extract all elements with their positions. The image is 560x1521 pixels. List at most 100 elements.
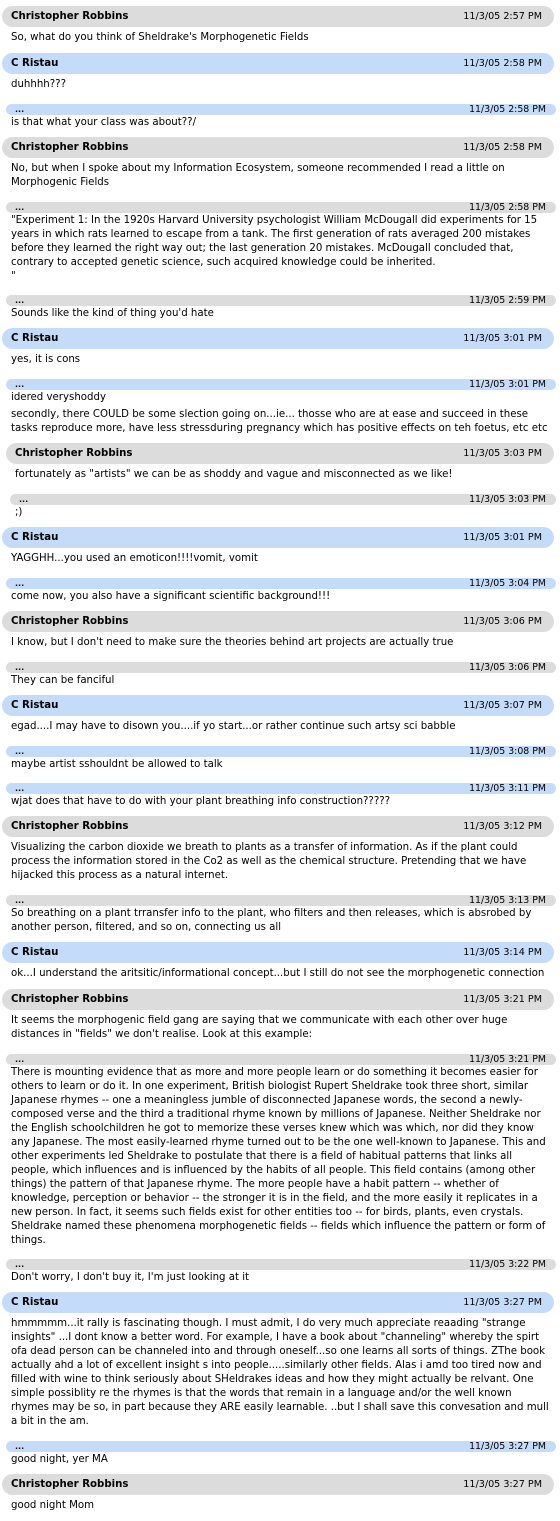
continuation-marker: ... [15,895,25,905]
message-timestamp: 11/3/05 2:58 PM [469,202,546,213]
message-body: So breathing on a plant trransfer info t… [0,906,560,942]
continuation-marker: ... [15,783,25,793]
message-header: Christopher Robbins 11/3/05 2:57 PM [2,6,554,27]
message-text: ;) [15,507,23,518]
message-timestamp: 11/3/05 2:58 PM [463,142,542,153]
chat-message: ... 11/3/05 3:22 PM Don't worry, I don't b… [0,1259,560,1292]
message-text: maybe artist sshouldnt be allowed to tal… [11,759,223,770]
continuation-bar: ... 11/3/05 3:11 PM [6,783,556,794]
message-text: idered veryshoddy [11,392,106,403]
message-body: idered veryshoddy secondly, there COULD b… [0,390,560,443]
message-text: No, but when I spoke about my Informatio… [11,163,508,188]
chat-message: C Ristau 11/3/05 3:14 PM ok...I understand… [0,942,560,989]
message-body: YAGGHH...you used an emoticon!!!!vomit, … [0,548,560,574]
message-text: Don't worry, I don't buy it, I'm just lo… [11,1272,250,1283]
chat-message: ... 11/3/05 3:11 PM wjat does that have to… [0,783,560,816]
continuation-bar: ... 11/3/05 3:06 PM [6,662,556,673]
message-timestamp: 11/3/05 3:22 PM [469,1259,546,1270]
message-text: egad....I may have to disown you....if y… [11,721,456,732]
chat-message: Christopher Robbins 11/3/05 2:58 PM No, bu… [0,137,560,198]
continuation-bar: ... 11/3/05 3:27 PM [6,1441,556,1452]
continuation-marker: ... [15,1259,25,1269]
message-body: No, but when I spoke about my Informatio… [0,158,560,198]
sender-name: Christopher Robbins [11,616,129,627]
continuation-bar: ... 11/3/05 2:59 PM [6,295,556,306]
sender-name: Christopher Robbins [15,448,133,459]
message-timestamp: 11/3/05 3:03 PM [463,448,542,459]
chat-message: Christopher Robbins 11/3/05 3:21 PM It see… [0,989,560,1050]
message-header: Christopher Robbins 11/3/05 3:27 PM [2,1474,554,1495]
message-text: fortunately as "artists" we can be as sh… [15,469,453,480]
message-body: Sounds like the kind of thing you'd hate [0,306,560,328]
sender-name: Christopher Robbins [11,11,129,22]
message-timestamp: 11/3/05 2:58 PM [469,104,546,115]
message-header: Christopher Robbins 11/3/05 3:03 PM [6,443,554,464]
message-timestamp: 11/3/05 3:07 PM [463,700,542,711]
chat-message: ... 11/3/05 3:01 PM idered veryshoddy secon… [0,379,560,443]
message-header: Christopher Robbins 11/3/05 2:58 PM [2,137,554,158]
continuation-bar: ... 11/3/05 3:21 PM [6,1054,556,1065]
message-text: Sounds like the kind of thing you'd hate [11,308,214,319]
message-text: It seems the morphogenic field gang are … [11,1015,511,1040]
chat-message: Christopher Robbins 11/3/05 3:06 PM I know… [0,611,560,658]
message-body: ;) [4,505,560,527]
continuation-bar: ... 11/3/05 3:01 PM [6,379,556,390]
chat-message: Christopher Robbins 11/3/05 3:12 PM Visual… [0,816,560,891]
message-text: wjat does that have to do with your plan… [11,796,391,807]
message-timestamp: 11/3/05 3:27 PM [469,1441,546,1452]
chat-message: Christopher Robbins 11/3/05 2:57 PM So, wh… [0,6,560,53]
continuation-bar: ... 11/3/05 3:13 PM [6,895,556,906]
message-body: Visualizing the carbon dioxide we breath… [0,837,560,891]
message-timestamp: 11/3/05 3:12 PM [463,821,542,832]
message-timestamp: 11/3/05 3:13 PM [469,895,546,906]
chat-message: C Ristau 11/3/05 3:07 PM egad....I may hav… [0,695,560,742]
message-timestamp: 11/3/05 3:01 PM [463,532,542,543]
continuation-bar: ... 11/3/05 3:08 PM [6,746,556,757]
message-text: They can be fanciful [11,675,115,686]
continuation-marker: ... [15,202,25,212]
chat-message: ... 11/3/05 3:13 PM So breathing on a plan… [0,895,560,942]
message-timestamp: 11/3/05 3:04 PM [469,578,546,589]
message-timestamp: 11/3/05 3:14 PM [463,947,542,958]
message-text: good night Mom [11,1500,95,1511]
message-header: C Ristau 11/3/05 3:14 PM [2,942,554,963]
message-timestamp: 11/3/05 3:03 PM [469,494,546,505]
message-body: duhhhh??? [0,74,560,100]
message-body: egad....I may have to disown you....if y… [0,716,560,742]
message-timestamp: 11/3/05 2:57 PM [463,11,542,22]
continuation-marker: ... [15,578,25,588]
message-header: C Ristau 11/3/05 3:07 PM [2,695,554,716]
chat-message: ... 11/3/05 2:58 PM "Experiment 1: In the … [0,202,560,291]
message-text: good night, yer MA [11,1454,108,1465]
continuation-bar: ... 11/3/05 2:58 PM [6,104,556,115]
sender-name: C Ristau [11,947,59,958]
message-text: hmmmmm...it rally is fascinating though.… [11,1318,552,1427]
message-body: ok...I understand the aritsitic/informat… [0,963,560,989]
message-timestamp: 11/3/05 3:21 PM [463,994,542,1005]
chat-message: C Ristau 11/3/05 2:58 PM duhhhh??? [0,53,560,100]
message-body: good night, yer MA [0,1452,560,1474]
chat-message: ... 11/3/05 3:27 PM good night, yer MA [0,1441,560,1474]
message-timestamp: 11/3/05 3:08 PM [469,746,546,757]
continuation-marker: ... [15,104,25,114]
message-body: It seems the morphogenic field gang are … [0,1010,560,1050]
chat-message: ... 11/3/05 3:06 PM They can be fanciful [0,662,560,695]
message-text: Visualizing the carbon dioxide we breath… [11,842,530,881]
message-body: I know, but I don't need to make sure th… [0,632,560,658]
chat-message: ... 11/3/05 2:58 PM is that what your clas… [0,104,560,137]
continuation-marker: ... [15,1441,25,1451]
continuation-marker: ... [15,662,25,672]
sender-name: Christopher Robbins [11,821,129,832]
message-text: "Experiment 1: In the 1920s Harvard Univ… [11,215,538,282]
message-timestamp: 11/3/05 3:21 PM [469,1054,546,1065]
message-body: There is mounting evidence that as more … [0,1065,560,1255]
chat-message: ... 11/3/05 3:04 PM come now, you also hav… [0,578,560,611]
message-timestamp: 11/3/05 3:01 PM [463,333,542,344]
message-body: Don't worry, I don't buy it, I'm just lo… [0,1270,560,1292]
message-body: maybe artist sshouldnt be allowed to tal… [0,757,560,779]
message-text: YAGGHH...you used an emoticon!!!!vomit, … [11,553,258,564]
message-timestamp: 11/3/05 3:06 PM [469,662,546,673]
message-timestamp: 11/3/05 2:58 PM [463,58,542,69]
message-body: fortunately as "artists" we can be as sh… [4,464,560,490]
message-text: There is mounting evidence that as more … [11,1067,549,1246]
